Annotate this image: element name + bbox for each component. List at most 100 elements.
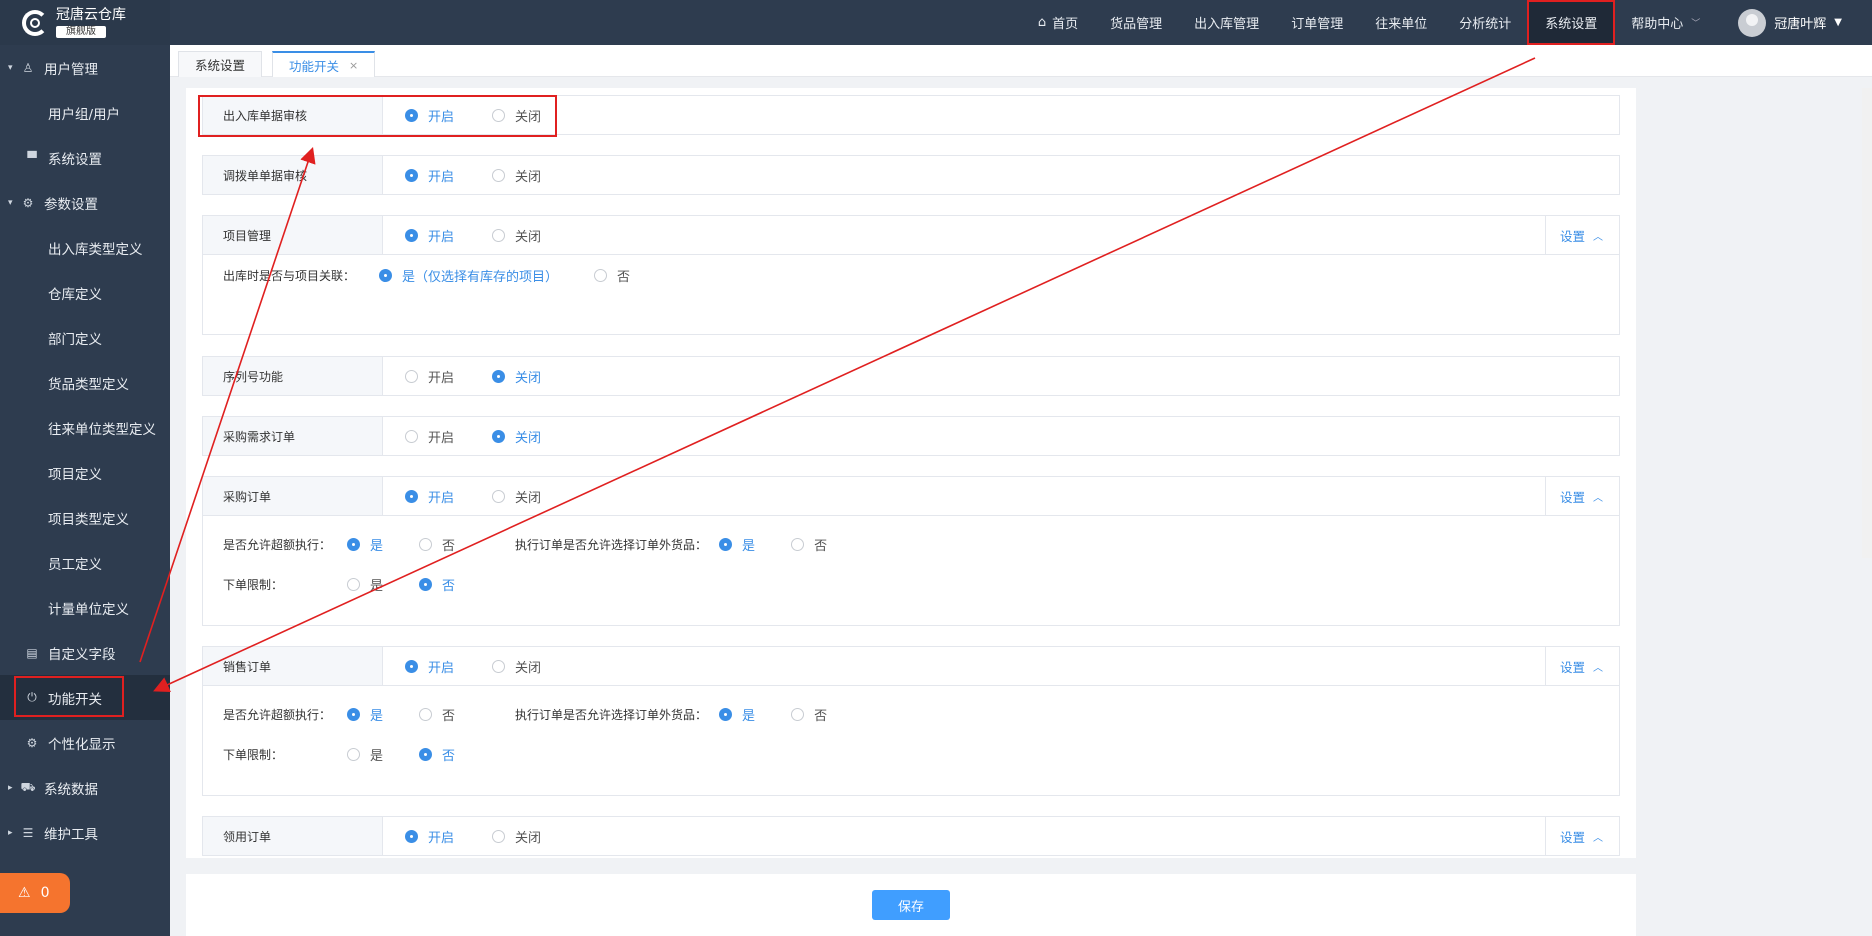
chevron-down-icon: ﹀ bbox=[1691, 19, 1701, 29]
caret-right-icon: ▸ bbox=[8, 782, 13, 793]
radio-no[interactable]: 否 bbox=[419, 535, 455, 554]
radio-off[interactable]: 关闭 bbox=[492, 487, 541, 506]
switch-block: 领用订单 开启 关闭 设置 ︿ bbox=[202, 816, 1620, 856]
radio-circle bbox=[405, 489, 418, 503]
sidebar-item-1[interactable]: 用户组/用户 bbox=[0, 90, 170, 135]
tab-system-settings[interactable]: 系统设置 bbox=[178, 51, 263, 77]
detail-question: 是否允许超额执行： bbox=[223, 537, 332, 552]
nav-help[interactable]: 帮助中心 ﹀ bbox=[1615, 0, 1716, 45]
radio-off[interactable]: 关闭 bbox=[492, 367, 541, 386]
save-icon: ▤ bbox=[26, 645, 38, 660]
switch-label: 序列号功能 bbox=[203, 357, 383, 395]
alarm-button[interactable]: ⚠ 0 bbox=[0, 873, 70, 913]
tab-feature-switch[interactable]: 功能开关 × bbox=[272, 51, 376, 77]
radio-on[interactable]: 开启 bbox=[405, 166, 454, 185]
settings-toggle[interactable]: 设置 ︿ bbox=[1544, 477, 1603, 515]
radio-yes[interactable]: 是 bbox=[719, 535, 755, 554]
nav-home[interactable]: ⌂ 首页 bbox=[1022, 0, 1094, 45]
annotation-box-menu bbox=[14, 676, 124, 717]
nav-system-settings[interactable]: 系统设置 bbox=[1527, 0, 1616, 45]
sidebar-item-15[interactable]: ⚙ 个性化显示 bbox=[0, 720, 170, 765]
sidebar-item-label: 出入库类型定义 bbox=[48, 241, 143, 258]
radio-on[interactable]: 开启 bbox=[405, 427, 454, 446]
settings-label: 设置 bbox=[1559, 228, 1585, 244]
sidebar-item-6[interactable]: 部门定义 bbox=[0, 315, 170, 360]
radio-on[interactable]: 开启 bbox=[405, 657, 454, 676]
cart-icon: ⛟ bbox=[20, 779, 36, 794]
sidebar-item-label: 自定义字段 bbox=[48, 646, 116, 663]
sidebar-item-2[interactable]: ▀ 系统设置 bbox=[0, 135, 170, 180]
radio-on[interactable]: 开启 bbox=[405, 226, 454, 245]
sidebar-item-label: 项目定义 bbox=[48, 466, 102, 483]
switch-label: 调拨单单据审核 bbox=[203, 156, 383, 194]
radio-off[interactable]: 关闭 bbox=[492, 827, 541, 846]
radio-off[interactable]: 关闭 bbox=[492, 427, 541, 446]
radio-label: 关闭 bbox=[515, 430, 542, 446]
close-icon[interactable]: × bbox=[349, 59, 358, 72]
radio-circle bbox=[347, 747, 360, 761]
radio-on[interactable]: 开启 bbox=[405, 487, 454, 506]
switch-block: 采购订单 开启 关闭 设置 ︿ 是否允许超额执行：是否执行订单是否允许选择订单外货品：是否… bbox=[202, 476, 1620, 626]
radio-off[interactable]: 关闭 bbox=[492, 657, 541, 676]
nav-analytics[interactable]: 分析统计 bbox=[1443, 0, 1527, 45]
user-menu[interactable]: 冠唐叶辉 ▼ bbox=[1716, 8, 1872, 37]
alarm-icon: ⚠ bbox=[18, 885, 31, 901]
settings-toggle[interactable]: 设置 ︿ bbox=[1544, 216, 1603, 254]
switch-label: 采购订单 bbox=[203, 477, 383, 515]
radio-yes[interactable]: 是 bbox=[347, 745, 383, 764]
sidebar-item-12[interactable]: 计量单位定义 bbox=[0, 585, 170, 630]
sidebar-item-0[interactable]: ▾ ♙ 用户管理 bbox=[0, 45, 170, 90]
radio-no[interactable]: 否 bbox=[419, 705, 455, 724]
nav-stock-io[interactable]: 出入库管理 bbox=[1178, 0, 1275, 45]
save-button[interactable]: 保存 bbox=[872, 890, 950, 920]
sidebar-item-3[interactable]: ▾ ⚙ 参数设置 bbox=[0, 180, 170, 225]
sidebar-item-label: 往来单位类型定义 bbox=[48, 421, 156, 438]
edition-badge: 旗舰版 bbox=[56, 26, 106, 38]
radio-no[interactable]: 否 bbox=[594, 266, 630, 285]
settings-toggle[interactable]: 设置 ︿ bbox=[1544, 817, 1603, 855]
radio-off[interactable]: 关闭 bbox=[492, 166, 541, 185]
sidebar-item-13[interactable]: ▤ 自定义字段 bbox=[0, 630, 170, 675]
gear-icon: ⚙ bbox=[26, 735, 38, 750]
monitor-icon: ▀ bbox=[27, 150, 37, 165]
radio-label: 否 bbox=[814, 708, 828, 724]
sidebar-item-11[interactable]: 员工定义 bbox=[0, 540, 170, 585]
logo-icon bbox=[22, 9, 48, 36]
sidebar-item-10[interactable]: 项目类型定义 bbox=[0, 495, 170, 540]
switch-block: 采购需求订单 开启 关闭 bbox=[202, 416, 1620, 456]
sidebar-item-9[interactable]: 项目定义 bbox=[0, 450, 170, 495]
sidebar-item-17[interactable]: ▸ ☰ 维护工具 bbox=[0, 810, 170, 855]
logo[interactable]: 冠唐云仓库 旗舰版 bbox=[0, 0, 170, 45]
radio-yes[interactable]: 是 bbox=[719, 705, 755, 724]
sidebar-item-label: 货品类型定义 bbox=[48, 376, 129, 393]
radio-no[interactable]: 否 bbox=[419, 575, 455, 594]
radio-no[interactable]: 否 bbox=[791, 705, 827, 724]
radio-label: 是 bbox=[370, 748, 384, 764]
switch-block: 销售订单 开启 关闭 设置 ︿ 是否允许超额执行：是否执行订单是否允许选择订单外货品：是否… bbox=[202, 646, 1620, 796]
radio-on[interactable]: 开启 bbox=[405, 367, 454, 386]
nav-goods[interactable]: 货品管理 bbox=[1094, 0, 1178, 45]
radio-yes[interactable]: 是（仅选择有库存的项目） bbox=[379, 266, 558, 285]
sidebar-item-8[interactable]: 往来单位类型定义 bbox=[0, 405, 170, 450]
detail-question: 执行订单是否允许选择订单外货品： bbox=[515, 537, 708, 552]
radio-yes[interactable]: 是 bbox=[347, 705, 383, 724]
switch-header: 采购需求订单 开启 关闭 bbox=[203, 417, 1619, 455]
radio-no[interactable]: 否 bbox=[419, 745, 455, 764]
sidebar-item-7[interactable]: 货品类型定义 bbox=[0, 360, 170, 405]
radio-no[interactable]: 否 bbox=[791, 535, 827, 554]
radio-yes[interactable]: 是 bbox=[347, 535, 383, 554]
chevron-up-icon: ︿ bbox=[1593, 662, 1603, 674]
radio-label: 是（仅选择有库存的项目） bbox=[402, 269, 559, 285]
sidebar-item-16[interactable]: ▸ ⛟ 系统数据 bbox=[0, 765, 170, 810]
sidebar-item-4[interactable]: 出入库类型定义 bbox=[0, 225, 170, 270]
nav-orders[interactable]: 订单管理 bbox=[1275, 0, 1359, 45]
nav-partners[interactable]: 往来单位 bbox=[1359, 0, 1443, 45]
radio-label: 否 bbox=[617, 269, 631, 285]
radio-on[interactable]: 开启 bbox=[405, 827, 454, 846]
radio-yes[interactable]: 是 bbox=[347, 575, 383, 594]
sidebar-item-5[interactable]: 仓库定义 bbox=[0, 270, 170, 315]
scrollbar[interactable] bbox=[1862, 88, 1872, 558]
annotation-box-audit bbox=[198, 95, 557, 137]
settings-toggle[interactable]: 设置 ︿ bbox=[1544, 647, 1603, 685]
radio-off[interactable]: 关闭 bbox=[492, 226, 541, 245]
